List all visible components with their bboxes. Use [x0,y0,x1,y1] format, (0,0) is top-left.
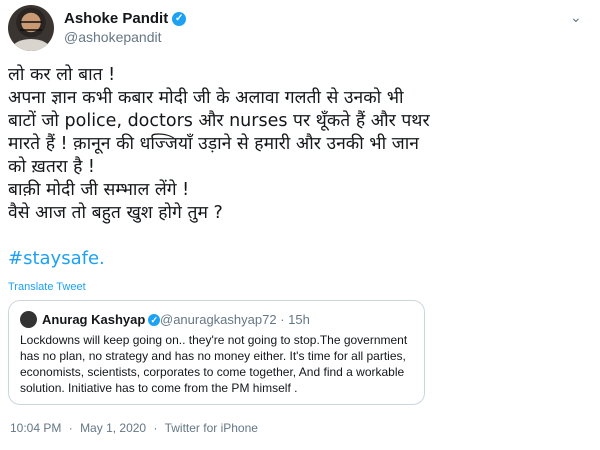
shirt-shape [12,39,50,51]
author-handle[interactable]: @ashokepandit [64,29,162,45]
quoted-avatar [20,311,37,328]
tweet-text: लो कर लो बात ! अपना ज्ञान कभी कबार मोदी … [8,64,583,225]
author-name-row[interactable]: Ashoke Pandit ✓ [64,10,187,27]
tweet-line: लो कर लो बात ! [8,65,116,85]
quoted-handle: @anuragkashyap72 [160,312,277,327]
quoted-meta: @anuragkashyap72 · 15h [160,312,310,327]
tweet-line: वैसे आज तो बहुत खुश होगे तुम ? [8,203,223,223]
tweet-footer: 10:04 PM · May 1, 2020 · Twitter for iPh… [10,421,258,435]
tweet-line: मारते हैं ! क़ानून की धज्जियाँ उड़ाने से… [8,134,419,154]
tweet-line: को ख़तरा है ! [8,157,95,177]
avatar[interactable] [8,5,54,51]
tweet-line: बाक़ी मोदी जी सम्भाल लेंगे ! [8,180,190,200]
quoted-name-row: Anurag Kashyap ✓ [42,312,161,327]
tweet-time[interactable]: 10:04 PM [10,421,61,435]
author-name[interactable]: Ashoke Pandit [64,10,168,27]
quoted-tweet-card[interactable]: Anurag Kashyap ✓ @anuragkashyap72 · 15h … [8,300,425,405]
footer-separator: · [153,421,158,435]
chevron-down-icon[interactable]: ⌄ [570,10,582,26]
tweet-date[interactable]: May 1, 2020 [80,421,146,435]
tweet-line: बाटों जो police, doctors और nurses पर थू… [8,111,430,131]
verified-badge-icon: ✓ [148,313,161,326]
tweet-line: अपना ज्ञान कभी कबार मोदी जी के अलावा गलत… [8,88,404,108]
glasses-shape [20,21,42,31]
quoted-text: Lockdowns will keep going on.. they're n… [20,333,408,395]
translate-tweet-link[interactable]: Translate Tweet [8,281,86,293]
hashtag-link[interactable]: #staysafe. [8,248,105,269]
quoted-time: 15h [288,312,310,327]
tweet-source[interactable]: Twitter for iPhone [165,421,258,435]
verified-badge-icon: ✓ [172,11,187,26]
quoted-name: Anurag Kashyap [42,312,146,327]
footer-separator: · [68,421,73,435]
quoted-separator: · [280,312,289,327]
